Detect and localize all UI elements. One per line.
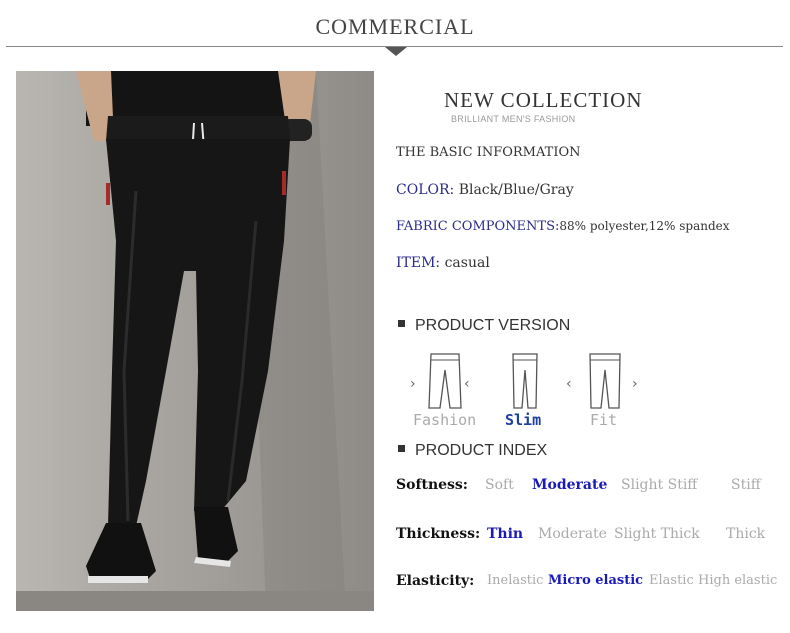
pants-fashion-icon xyxy=(428,353,462,409)
product-version-heading: PRODUCT VERSION xyxy=(398,317,570,335)
product-version-heading-text: PRODUCT VERSION xyxy=(415,317,571,334)
chevron-right-icon: › xyxy=(632,376,638,392)
header-title: COMMERCIAL xyxy=(315,14,475,39)
collection-subtitle: BRILLIANT MEN'S FASHION xyxy=(451,114,576,124)
elasticity-option-inelastic: Inelastic xyxy=(487,573,544,588)
color-row: COLOR: Black/Blue/Gray xyxy=(396,182,574,198)
chevron-left-icon: ‹ xyxy=(566,376,572,392)
thickness-label: Thickness: xyxy=(396,526,481,542)
elasticity-option-high-elastic: High elastic xyxy=(698,573,778,588)
softness-option-soft: Soft xyxy=(485,477,514,493)
header-arrow-marker xyxy=(385,47,407,56)
fabric-row: FABRIC COMPONENTS:88% polyester,12% span… xyxy=(396,219,730,234)
elasticity-option-elastic: Elastic xyxy=(649,573,694,588)
fabric-value: 88% polyester,12% spandex xyxy=(559,219,730,233)
fabric-label: FABRIC COMPONENTS: xyxy=(396,219,560,234)
basic-info-heading: THE BASIC INFORMATION xyxy=(396,145,581,160)
thickness-option-moderate: Moderate xyxy=(538,526,607,542)
chevron-right-icon: › xyxy=(410,376,416,392)
chevron-left-icon: ‹ xyxy=(464,376,470,392)
item-label: ITEM: xyxy=(396,255,441,271)
bullet-square-icon xyxy=(398,445,405,453)
item-row: ITEM: casual xyxy=(396,255,490,271)
thickness-option-thin: Thin xyxy=(487,526,524,542)
product-index-heading: PRODUCT INDEX xyxy=(398,442,547,460)
version-label-slim: Slim xyxy=(505,411,542,429)
product-index-heading-text: PRODUCT INDEX xyxy=(415,442,548,459)
elasticity-label: Elasticity: xyxy=(396,573,475,589)
color-label: COLOR: xyxy=(396,182,455,198)
bullet-square-icon xyxy=(398,320,405,328)
elasticity-option-micro-elastic: Micro elastic xyxy=(548,573,644,588)
softness-option-moderate: Moderate xyxy=(532,477,608,493)
thickness-option-slight-thick: Slight Thick xyxy=(614,526,700,542)
softness-label: Softness: xyxy=(396,477,468,493)
thickness-option-thick: Thick xyxy=(726,526,766,542)
version-label-fashion: Fashion xyxy=(413,411,477,429)
pants-slim-icon xyxy=(512,353,538,409)
version-label-fit: Fit xyxy=(590,411,618,429)
color-value: Black/Blue/Gray xyxy=(458,182,574,198)
product-photo xyxy=(16,71,374,611)
softness-option-slight-stiff: Slight Stiff xyxy=(621,477,698,493)
item-value: casual xyxy=(444,255,490,271)
softness-option-stiff: Stiff xyxy=(731,477,761,493)
collection-title: NEW COLLECTION xyxy=(444,88,643,112)
